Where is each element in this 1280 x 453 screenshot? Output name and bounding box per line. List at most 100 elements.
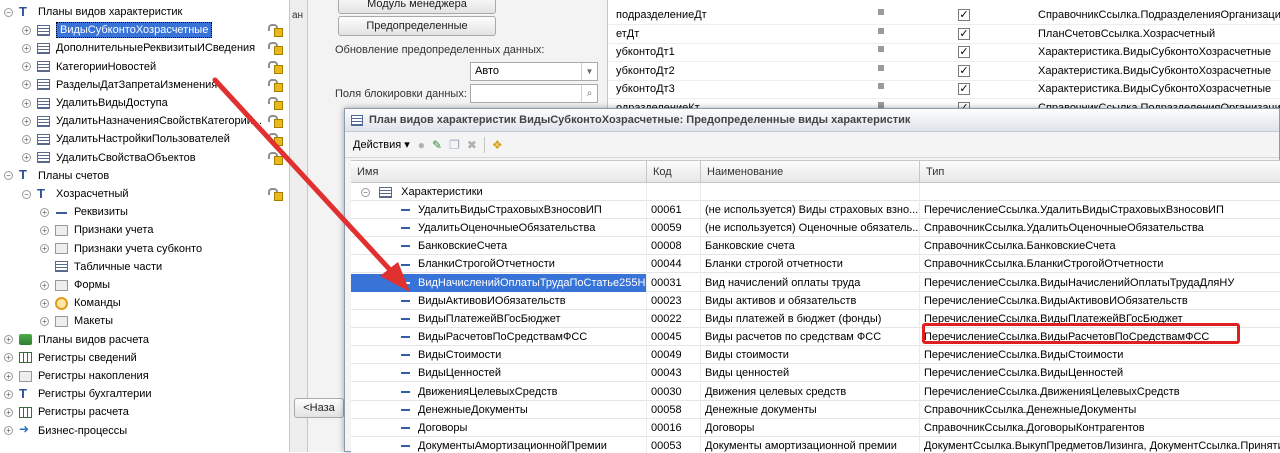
back-button[interactable]: <Наза [294,398,344,418]
characteristics-grid[interactable]: Имя Код Наименование Тип − Характеристик… [351,160,1280,453]
collapse-icon[interactable]: − [4,7,13,17]
tree-item[interactable]: + Формы [0,276,289,294]
column-header-code[interactable]: Код [647,161,701,183]
expand-icon[interactable]: + [40,207,49,217]
expand-icon[interactable]: + [40,225,49,235]
add-circle-icon[interactable]: ● [418,138,425,152]
cell-text: Бланки строгой отчетности [705,258,843,271]
expand-icon[interactable]: + [40,280,49,290]
expand-icon[interactable]: + [22,80,31,90]
delete-icon[interactable]: ✖ [467,138,477,152]
tree-item[interactable]: + Регистры бухгалтерии [0,385,289,403]
tree-item-label: Реквизиты [74,206,128,219]
column-header-title[interactable]: Наименование [701,161,920,183]
attribute-type: Характеристика.ВидыСубконтоХозрасчетные [1038,46,1272,58]
attribute-row[interactable]: етДт ✓ ПланСчетовСсылка.Хозрасчетный [608,26,1280,44]
expand-icon[interactable]: + [22,116,31,126]
tree-item[interactable]: + УдалитьНазначенияСвойствКатегорий... [0,112,289,130]
tree-item[interactable]: − Хозрасчетный [0,185,289,203]
expand-icon[interactable]: + [4,426,13,436]
table-row[interactable]: ДвиженияЦелевыхСредств 00030 Движения целе… [351,382,1280,401]
actions-menu[interactable]: Действия ▾ [353,138,410,151]
table-row[interactable]: ВидыАктивовИОбязательств 00023 Виды активо… [351,291,1280,310]
manager-module-button[interactable]: Модуль менеджера [338,0,496,14]
tree-item[interactable]: + Команды [0,294,289,312]
tree-item[interactable]: + УдалитьВидыДоступа [0,94,289,112]
attribute-row[interactable]: убконтоДт3 ✓ Характеристика.ВидыСубконтоХо… [608,81,1280,99]
table-row[interactable]: Договоры 00016 Договоры СправочникСсылка.До… [351,418,1280,437]
tree-item[interactable]: + Регистры сведений [0,349,289,367]
table-row[interactable]: ДенежныеДокументы 00058 Денежные документы… [351,400,1280,419]
expand-icon[interactable]: + [40,316,49,326]
tree-item[interactable]: + Признаки учета субконто [0,240,289,258]
tree-item[interactable]: + Регистры накопления [0,367,289,385]
table-row[interactable]: УдалитьВидыСтраховыхВзносовИП 00061 (не ис… [351,201,1280,219]
required-checkbox[interactable]: ✓ [958,27,970,40]
attribute-row[interactable]: убконтоДт1 ✓ Характеристика.ВидыСубконтоХо… [608,44,1280,62]
configuration-tree[interactable]: − Планы видов характеристик + ВидыСубконтоХ… [0,0,290,452]
expand-icon[interactable]: + [4,353,13,363]
table-row[interactable]: ВидыЦенностей 00043 Виды ценностей Перечисл… [351,364,1280,383]
table-row[interactable]: ДокументыАмортизационнойПремии 00053 Докум… [351,436,1280,453]
expand-icon[interactable]: + [4,335,13,345]
column-header-type[interactable]: Тип [920,161,1280,183]
tree-item[interactable]: + Бизнес-процессы [0,422,289,440]
table-row[interactable]: ВидыСтоимости 00049 Виды стоимости Перечисл… [351,346,1280,365]
copy-icon[interactable]: ❐ [449,138,460,152]
expand-icon[interactable]: + [22,153,31,163]
edit-pencil-icon[interactable]: ✎ [432,138,442,152]
tree-item[interactable]: + Регистры расчета [0,403,289,421]
tree-item[interactable]: + Реквизиты [0,203,289,221]
required-checkbox[interactable]: ✓ [958,46,970,58]
update-predefined-value: Авто [475,65,499,77]
table-row[interactable]: БанковскиеСчета 00008 Банковские счета Спра… [351,237,1280,256]
tree-item[interactable]: + Планы видов расчета [0,331,289,349]
tree-item[interactable]: − Планы видов характеристик [0,3,289,21]
collapse-icon[interactable]: − [22,189,31,199]
tree-item[interactable]: − Планы счетов [0,167,289,185]
tree-item[interactable]: Табличные части [0,258,289,276]
expand-icon[interactable]: + [22,43,31,53]
expand-icon[interactable]: + [40,244,49,254]
table-row[interactable]: ВидНачисленийОплатыТрудаПоСтатье255НК 000… [351,273,1280,292]
tree-item[interactable]: + КатегорииНовостей [0,58,289,76]
tree-item[interactable]: + Признаки учета [0,221,289,239]
required-checkbox[interactable]: ✓ [958,9,970,21]
attribute-row[interactable]: убконтоДт2 ✓ Характеристика.ВидыСубконтоХо… [608,63,1280,81]
attribute-row[interactable]: подразделениеДт ✓ СправочникСсылка.Подразд… [608,7,1280,25]
tree-item[interactable]: + УдалитьСвойстваОбъектов [0,149,289,167]
required-checkbox[interactable]: ✓ [958,64,970,77]
collapse-icon[interactable]: − [361,187,370,197]
group-row[interactable]: − Характеристики [351,183,1280,201]
expand-icon[interactable]: + [22,98,31,108]
expand-icon[interactable]: + [40,298,49,308]
expand-icon[interactable]: + [22,25,31,35]
column-header-name[interactable]: Имя [351,161,647,183]
expand-icon[interactable]: + [4,407,13,417]
attribute-name: убконтоДт3 [616,83,675,95]
lock-fields-input[interactable]: ⌕ [470,84,598,103]
cell-text: БанковскиеСчета [418,240,508,253]
tree-item[interactable]: + ВидыСубконтоХозрасчетные [0,21,289,39]
add-group-icon[interactable]: ❖ [492,138,503,152]
cell-text: 00023 [651,294,682,307]
predefined-button[interactable]: Предопределенные [338,16,496,36]
tree-item[interactable]: + ДополнительныеРеквизитыИСведения [0,39,289,57]
chevron-down-icon[interactable]: ▼ [581,63,597,80]
table-row[interactable]: УдалитьОценочныеОбязательства 00059 (не ис… [351,219,1280,238]
window-title: План видов характеристик ВидыСубконтоХоз… [369,114,911,126]
collapse-icon[interactable]: − [4,171,13,181]
required-checkbox[interactable]: ✓ [958,83,970,95]
cell-title: Виды стоимости [701,346,920,365]
tree-item[interactable]: + Макеты [0,312,289,330]
window-title-bar[interactable]: План видов характеристик ВидыСубконтоХоз… [345,109,1279,132]
expand-icon[interactable]: + [22,62,31,72]
expand-icon[interactable]: + [22,134,31,144]
expand-icon[interactable]: + [4,371,13,381]
tree-item[interactable]: + РазделыДатЗапретаИзменения [0,76,289,94]
expand-icon[interactable]: + [4,389,13,399]
table-row[interactable]: БланкиСтрогойОтчетности 00044 Бланки строг… [351,255,1280,274]
tree-item[interactable]: + УдалитьНастройкиПользователей [0,130,289,148]
search-icon[interactable]: ⌕ [581,85,597,102]
update-predefined-select[interactable]: Авто ▼ [470,62,598,81]
